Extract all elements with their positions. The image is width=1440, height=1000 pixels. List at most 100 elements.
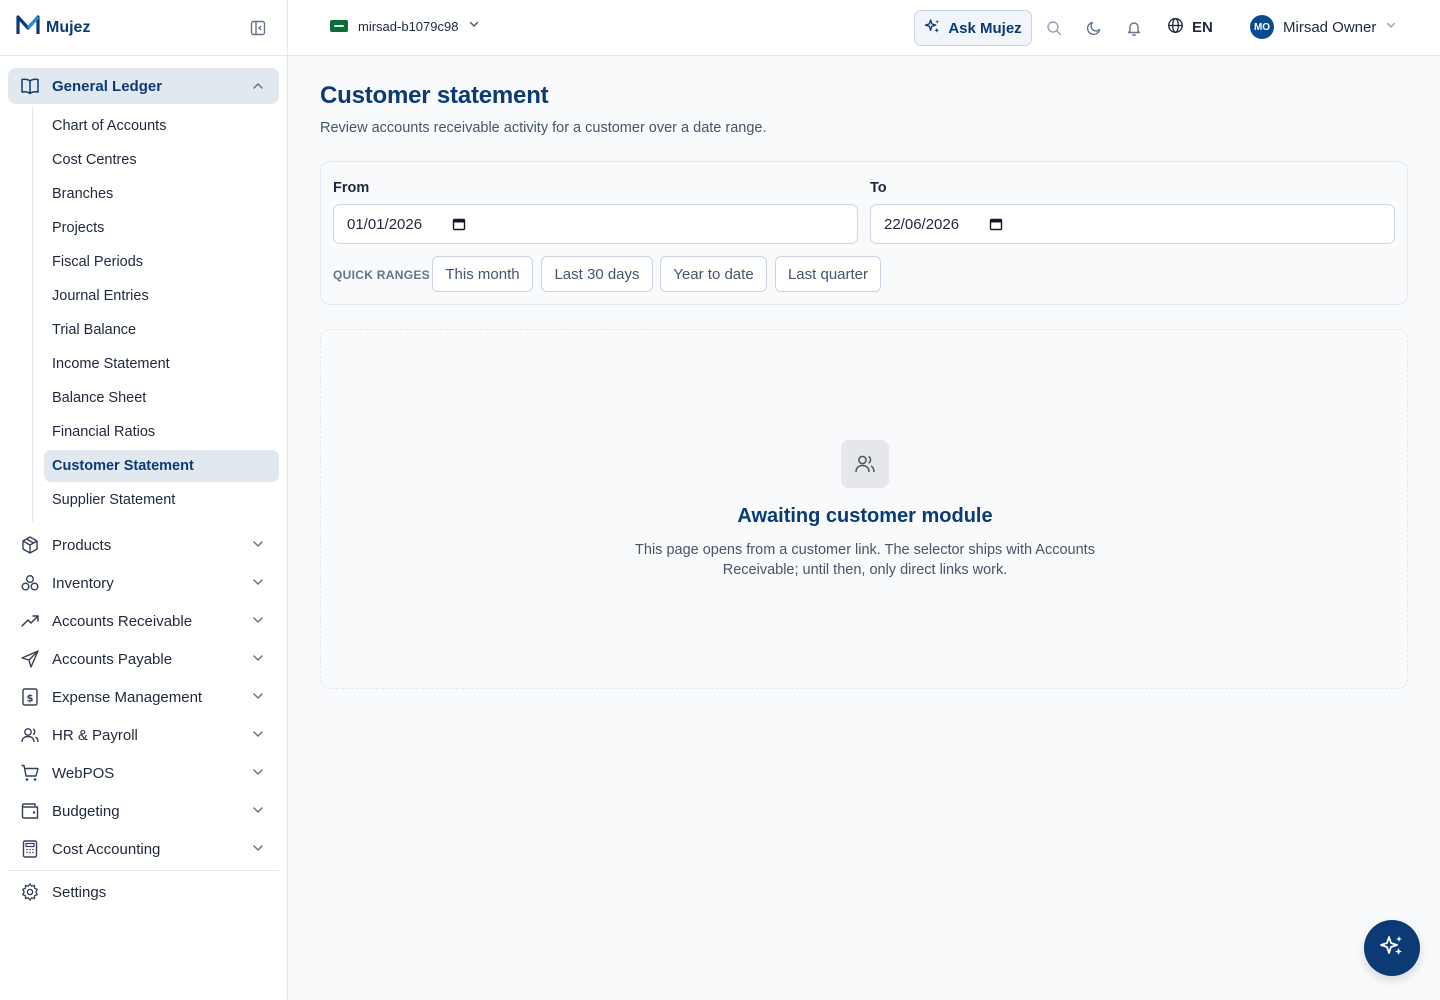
chevron-down-icon: [1385, 18, 1397, 36]
chevron-down-icon: [468, 17, 480, 35]
avatar: MO: [1250, 15, 1274, 39]
quick-range-last-30-days-button[interactable]: Last 30 days: [541, 256, 653, 292]
users-icon: [841, 440, 889, 488]
sidebar-item-financial-ratios[interactable]: Financial Ratios: [44, 416, 279, 448]
to-date-input[interactable]: 22/06/2026: [870, 204, 1395, 244]
calendar-icon[interactable]: [452, 217, 466, 231]
sidebar-collapse-icon[interactable]: [249, 19, 267, 37]
ask-mujez-label: Ask Mujez: [948, 19, 1022, 37]
sparkles-icon: [924, 18, 941, 39]
sidebar-group-hr-payroll[interactable]: HR & Payroll: [8, 716, 279, 754]
bell-icon[interactable]: [1125, 19, 1143, 37]
cart-icon: [20, 763, 40, 783]
from-date-value: 01/01/2026: [347, 215, 423, 233]
empty-state-description: This page opens from a customer link. Th…: [635, 542, 1095, 578]
chevron-down-icon: [251, 765, 265, 779]
globe-icon: [1167, 17, 1184, 38]
sidebar-item-trial-balance[interactable]: Trial Balance: [44, 314, 279, 346]
org-name: mirsad-b1079c98: [358, 18, 459, 34]
sidebar-group-cost-accounting[interactable]: Cost Accounting: [8, 830, 279, 868]
user-menu[interactable]: MO Mirsad Owner: [1250, 15, 1397, 39]
sidebar-item-settings[interactable]: Settings: [8, 873, 279, 911]
quick-range-this-month-button[interactable]: This month: [432, 256, 533, 292]
sidebar-item-label: Settings: [52, 883, 107, 901]
boxes-icon: [20, 573, 40, 593]
sidebar-item-fiscal-periods[interactable]: Fiscal Periods: [44, 246, 279, 278]
dollar-receipt-icon: $: [20, 687, 40, 707]
sidebar-item-projects[interactable]: Projects: [44, 212, 279, 244]
user-name: Mirsad Owner: [1283, 18, 1377, 36]
sidebar-group-accounts-payable[interactable]: Accounts Payable: [8, 640, 279, 678]
search-icon[interactable]: [1045, 19, 1063, 37]
sidebar-group-expense-management[interactable]: $ Expense Management: [8, 678, 279, 716]
sidebar-group-label: Accounts Payable: [52, 650, 173, 668]
sidebar-group-label: Cost Accounting: [52, 840, 161, 858]
brand-name: Mujez: [46, 18, 91, 36]
quick-range-last-quarter-button[interactable]: Last quarter: [775, 256, 881, 292]
chevron-up-icon: [251, 79, 265, 93]
send-icon: [20, 649, 40, 669]
sidebar-group-products[interactable]: Products: [8, 526, 279, 564]
ask-mujez-button[interactable]: Ask Mujez: [914, 10, 1032, 46]
chevron-down-icon: [251, 689, 265, 703]
sidebar-nav: General Ledger Chart of Accounts Cost Ce…: [0, 56, 287, 911]
sidebar-item-balance-sheet[interactable]: Balance Sheet: [44, 382, 279, 414]
sidebar-group-label: WebPOS: [52, 764, 115, 782]
svg-text:$: $: [27, 694, 34, 705]
general-ledger-submenu: Chart of Accounts Cost Centres Branches …: [32, 106, 279, 522]
sidebar-group-label: Expense Management: [52, 688, 203, 706]
sidebar-group-label: Accounts Receivable: [52, 612, 193, 630]
date-filter-card: From 01/01/2026 To 22/06/2026 QUICK RANG…: [320, 161, 1408, 305]
wallet-icon: [20, 801, 40, 821]
language-code: EN: [1192, 19, 1213, 36]
sidebar-group-general-ledger[interactable]: General Ledger: [8, 68, 279, 104]
sidebar-group-accounts-receivable[interactable]: Accounts Receivable: [8, 602, 279, 640]
to-date-value: 22/06/2026: [884, 215, 960, 233]
sidebar-group-budgeting[interactable]: Budgeting: [8, 792, 279, 830]
brand-logo[interactable]: Mujez: [16, 14, 90, 41]
sidebar-group-webpos[interactable]: WebPOS: [8, 754, 279, 792]
topbar: mirsad-b1079c98 Ask Mujez EN MO Mirsad O…: [288, 0, 1440, 56]
sidebar-item-journal-entries[interactable]: Journal Entries: [44, 280, 279, 312]
from-date-input[interactable]: 01/01/2026: [333, 204, 858, 244]
quick-range-year-to-date-button[interactable]: Year to date: [660, 256, 767, 292]
sidebar-item-supplier-statement[interactable]: Supplier Statement: [44, 484, 279, 516]
sidebar-group-inventory[interactable]: Inventory: [8, 564, 279, 602]
calculator-icon: [20, 839, 40, 859]
chevron-down-icon: [251, 727, 265, 741]
to-label: To: [870, 180, 887, 196]
sidebar-item-branches[interactable]: Branches: [44, 178, 279, 210]
gear-icon: [20, 882, 40, 902]
moon-icon[interactable]: [1085, 19, 1103, 37]
book-icon: [20, 76, 40, 96]
chevron-down-icon: [251, 537, 265, 551]
sidebar-group-label: Budgeting: [52, 802, 120, 820]
chevron-down-icon: [251, 841, 265, 855]
brand-header: Mujez: [0, 0, 287, 56]
chevron-down-icon: [251, 575, 265, 589]
empty-state-card: Awaiting customer module This page opens…: [320, 329, 1408, 689]
sidebar-item-customer-statement[interactable]: Customer Statement: [44, 450, 279, 482]
users-icon: [20, 725, 40, 745]
language-switcher[interactable]: EN: [1167, 17, 1213, 38]
chevron-down-icon: [251, 803, 265, 817]
sidebar-divider: [8, 870, 279, 871]
sidebar: Mujez General Ledger Chart of Accounts C…: [0, 0, 288, 1000]
trending-up-icon: [20, 611, 40, 631]
package-icon: [20, 535, 40, 555]
sidebar-group-label: HR & Payroll: [52, 726, 138, 744]
calendar-icon[interactable]: [989, 217, 1003, 231]
chevron-down-icon: [251, 613, 265, 627]
main-content: Customer statement Review accounts recei…: [320, 56, 1408, 689]
sidebar-group-label: Products: [52, 536, 112, 554]
org-switcher[interactable]: mirsad-b1079c98: [330, 17, 480, 35]
sidebar-group-label: General Ledger: [52, 77, 163, 95]
empty-state-title: Awaiting customer module: [737, 505, 993, 527]
sidebar-item-income-statement[interactable]: Income Statement: [44, 348, 279, 380]
from-label: From: [333, 180, 370, 196]
page-title: Customer statement: [320, 82, 549, 109]
ai-assistant-fab[interactable]: [1364, 920, 1420, 976]
sidebar-item-cost-centres[interactable]: Cost Centres: [44, 144, 279, 176]
chevron-down-icon: [251, 651, 265, 665]
sidebar-item-chart-of-accounts[interactable]: Chart of Accounts: [44, 110, 279, 142]
